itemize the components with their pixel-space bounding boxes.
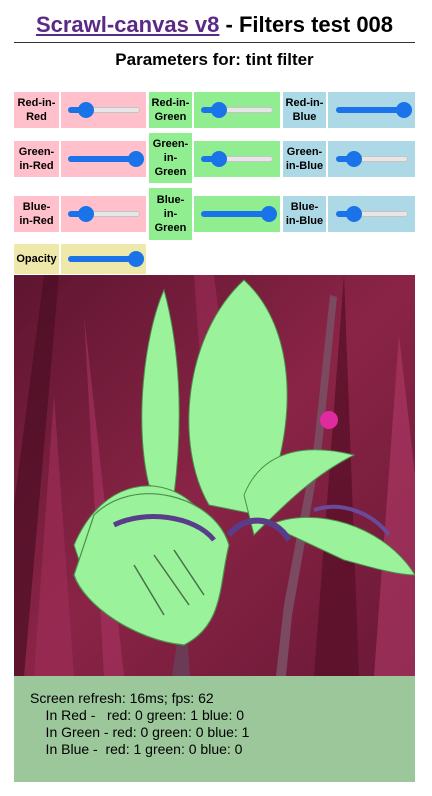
status-in-red-line: In Red - red: 0 green: 1 blue: 0 [30, 707, 245, 723]
slider-thumb[interactable] [345, 151, 362, 167]
green-in-green-slider[interactable] [201, 151, 273, 167]
slider-thumb[interactable] [395, 102, 412, 118]
red-in-red-slider[interactable] [67, 102, 140, 118]
label-opacity-text: Opacity [16, 253, 57, 265]
label-red-in-red-text: Red-in-Red [17, 97, 56, 123]
slider-cell-blue-in-green [194, 196, 280, 232]
label-blue-in-blue: Blue-in-Blue [283, 196, 326, 232]
label-green-in-red: Green-in-Red [14, 141, 59, 177]
green-in-blue-slider[interactable] [335, 151, 408, 167]
slider-cell-green-in-red [61, 141, 146, 177]
label-red-in-green-text: Red-in-Green [151, 97, 190, 123]
slider-thumb[interactable] [77, 206, 94, 222]
label-blue-in-red-text: Blue-in-Red [19, 201, 54, 227]
slider-cell-red-in-red [61, 92, 146, 128]
status-in-green-line: In Green - red: 0 green: 0 blue: 1 [30, 724, 250, 740]
page-title-suffix: - Filters test 008 [219, 12, 394, 37]
green-in-red-slider[interactable] [67, 151, 144, 167]
slider-cell-red-in-blue [328, 92, 415, 128]
label-green-in-red-text: Green-in-Red [18, 146, 55, 172]
slider-thumb[interactable] [345, 206, 362, 222]
label-blue-in-green-text: Blue-in-Green [154, 194, 187, 234]
status-panel: Screen refresh: 16ms; fps: 62 In Red - r… [14, 676, 415, 782]
slider-cell-blue-in-red [61, 196, 146, 232]
label-blue-in-red: Blue-in-Red [14, 196, 59, 232]
label-blue-in-green: Blue-in-Green [149, 188, 192, 240]
label-green-in-blue: Green-in-Blue [283, 141, 326, 177]
slider-cell-opacity [61, 244, 146, 274]
slider-thumb[interactable] [127, 251, 144, 267]
slider-thumb[interactable] [77, 102, 94, 118]
red-in-blue-slider[interactable] [335, 102, 412, 118]
label-blue-in-blue-text: Blue-in-Blue [285, 201, 324, 227]
status-refresh-line: Screen refresh: 16ms; fps: 62 [30, 690, 214, 706]
slider-thumb[interactable] [261, 206, 278, 222]
label-red-in-blue: Red-in-Blue [283, 92, 326, 128]
label-opacity: Opacity [14, 244, 59, 274]
slider-cell-green-in-green [194, 141, 280, 177]
status-in-blue-line: In Blue - red: 1 green: 0 blue: 0 [30, 741, 243, 757]
label-green-in-blue-text: Green-in-Blue [285, 146, 324, 172]
label-red-in-red: Red-in-Red [14, 92, 59, 128]
red-in-green-slider[interactable] [201, 102, 273, 118]
label-red-in-blue-text: Red-in-Blue [285, 97, 324, 123]
iris-photo [14, 275, 415, 676]
slider-thumb[interactable] [211, 151, 227, 167]
slider-cell-red-in-green [194, 92, 280, 128]
opacity-slider[interactable] [67, 251, 144, 267]
title-divider [14, 42, 415, 43]
slider-cell-green-in-blue [328, 141, 415, 177]
page-title: Scrawl-canvas v8 - Filters test 008 [14, 8, 415, 42]
label-red-in-green: Red-in-Green [149, 92, 192, 128]
blue-in-red-slider[interactable] [67, 206, 140, 222]
scrawl-canvas-link[interactable]: Scrawl-canvas v8 [36, 12, 219, 37]
parameters-heading: Parameters for: tint filter [115, 50, 314, 69]
label-green-in-green: Green-in-Green [149, 133, 192, 183]
blue-in-green-slider[interactable] [201, 206, 278, 222]
slider-thumb[interactable] [127, 151, 144, 167]
slider-cell-blue-in-blue [328, 196, 415, 232]
label-green-in-green-text: Green-in-Green [152, 138, 189, 178]
blue-in-blue-slider[interactable] [335, 206, 408, 222]
slider-thumb[interactable] [211, 102, 227, 118]
filtered-iris-canvas[interactable] [14, 275, 415, 676]
